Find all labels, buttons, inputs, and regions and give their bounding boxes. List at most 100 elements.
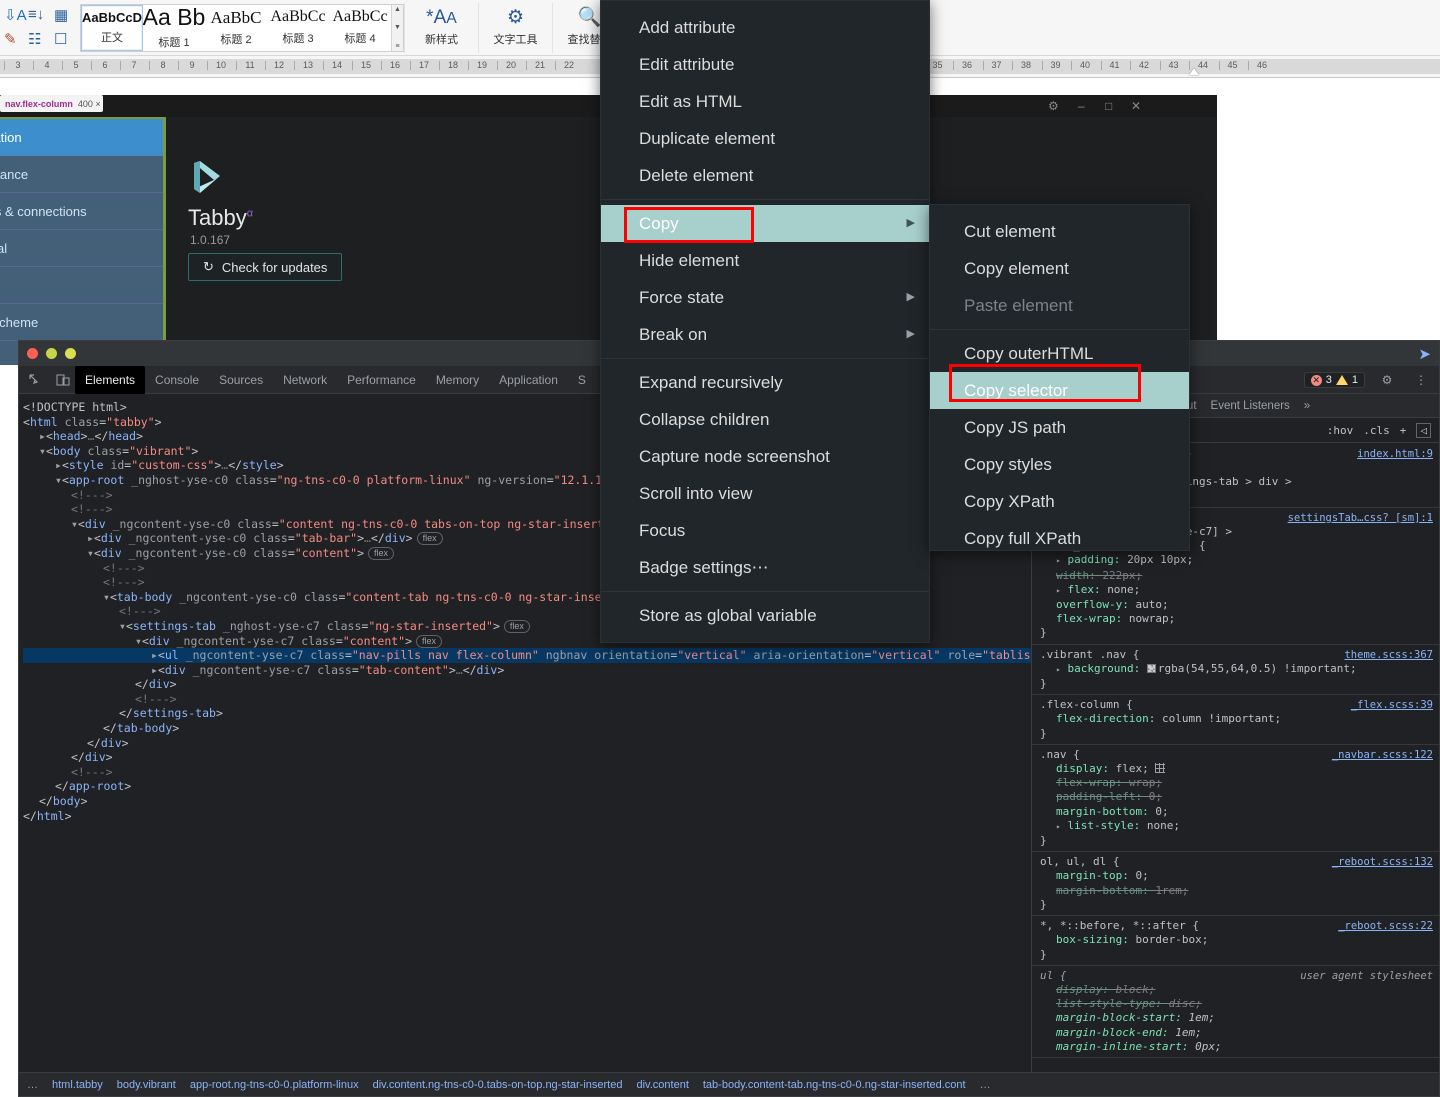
css-declaration[interactable]: margin-block-start: 1em; [1040,1011,1439,1025]
sidebar-item-terminal[interactable]: Terminal [0,230,163,267]
breadcrumb-leading-dots[interactable]: … [27,1079,38,1091]
line-spacing-icon[interactable]: ≡↓ [28,6,44,23]
css-declaration[interactable]: ▸ list-style: none; [1040,819,1439,834]
menu-item-focus[interactable]: Focus [601,512,929,549]
dom-tree-line[interactable]: </div> [23,750,1031,765]
close-icon[interactable]: ✕ [1131,99,1141,113]
submenu-item-cut-element[interactable]: Cut element [930,213,1189,250]
settings-icon[interactable]: ⚙ [1048,99,1059,113]
copy-submenu[interactable]: Cut element Copy element Paste element Copy… [929,204,1190,551]
menu-item-duplicate-element[interactable]: Duplicate element [601,120,929,157]
submenu-item-copy-full-xpath[interactable]: Copy full XPath [930,520,1189,557]
submenu-item-copy-element[interactable]: Copy element [930,250,1189,287]
style-card-2[interactable]: AaBbC 标题 2 [205,5,267,51]
sidebar-item-application[interactable]: Application [0,119,163,156]
dom-tree-line[interactable]: </settings-tab> [23,706,1031,721]
css-rule-source[interactable]: index.html:9 [1357,447,1433,461]
tab-sources[interactable]: Sources [209,366,273,394]
css-rule-source[interactable]: _reboot.scss:22 [1338,919,1433,933]
css-declaration[interactable]: box-sizing: border-box; [1040,933,1439,947]
style-card-1[interactable]: Aa Bb 标题 1 [143,5,206,51]
devtools-right-tools[interactable]: ✕ 3 1 ⚙ ⋮ [1303,366,1433,394]
scroll-up-icon[interactable]: ▲ [394,6,401,13]
css-declaration[interactable]: width: 222px; [1040,569,1439,583]
dom-tree-line[interactable]: </body> [23,794,1031,809]
tab-event-listeners[interactable]: Event Listeners [1211,400,1290,412]
dom-tree-line[interactable]: ▸<div _ngcontent-yse-c7 class="tab-conte… [23,663,1031,678]
more-options-icon[interactable]: ⋮ [1409,368,1433,392]
breadcrumb-item-body[interactable]: body.vibrant [117,1079,176,1091]
css-value[interactable]: auto; [1135,598,1168,611]
sort-icon[interactable]: ⇩A [4,6,27,24]
submenu-item-copy-xpath[interactable]: Copy XPath [930,483,1189,520]
css-value[interactable]: rgba(54,55,64,0.5) !important; [1158,662,1357,675]
sidebar-item-profiles[interactable]: Profiles & connections [0,193,163,230]
css-value[interactable]: block; [1116,983,1156,996]
css-rule-source[interactable]: _reboot.scss:132 [1332,855,1433,869]
expand-triangle-icon[interactable]: ▸ [1056,556,1061,565]
menu-item-expand-recursively[interactable]: Expand recursively [601,364,929,401]
css-rule-source[interactable]: theme.scss:367 [1344,648,1433,662]
check-for-updates-button[interactable]: ↻ Check for updates [188,253,343,281]
minimize-icon[interactable]: – [1078,99,1085,113]
cls-toggle[interactable]: .cls [1363,424,1390,437]
breadcrumb-item-html[interactable]: html.tabby [52,1079,103,1091]
highlight-icon[interactable]: ✎ [4,30,17,48]
submenu-item-copy-js-path[interactable]: Copy JS path [930,409,1189,446]
expand-triangle-icon[interactable]: ▸ [1056,665,1061,674]
menu-item-add-attribute[interactable]: Add attribute [601,9,929,46]
breadcrumb-item-app-root[interactable]: app-root.ng-tns-c0-0.platform-linux [190,1079,359,1091]
css-value[interactable]: 1rem; [1155,884,1188,897]
css-declaration[interactable]: flex-direction: column !important; [1040,712,1439,726]
css-value[interactable]: 0; [1135,869,1148,882]
grid-icon[interactable]: ☷ [28,30,41,48]
dom-tree-line[interactable]: <!---> [23,765,1031,780]
css-declaration[interactable]: margin-bottom: 0; [1040,805,1439,819]
css-declaration[interactable]: flex-wrap: nowrap; [1040,612,1439,626]
menu-item-store-as-global-variable[interactable]: Store as global variable [601,597,929,634]
breadcrumb-trailing-dots[interactable]: … [980,1079,991,1091]
css-rule[interactable]: _reboot.scss:22 *, *::before, *::after {b… [1032,916,1439,966]
shading-icon[interactable]: ☐ [54,30,67,48]
context-menu[interactable]: Add attribute Edit attribute Edit as HTML D… [600,0,930,643]
css-rule[interactable]: _reboot.scss:132 ol, ul, dl {margin-top: … [1032,852,1439,917]
scroll-down-icon[interactable]: ▼ [394,24,401,31]
styles-gallery-scrollbar[interactable]: ▲ ▼ ≡ [391,4,403,51]
tabby-settings-nav[interactable]: Application Appearance Profiles & connec… [0,117,166,365]
menu-item-copy[interactable]: Copy ▶ [601,205,929,242]
dom-tree-line[interactable]: </html> [23,809,1031,824]
submenu-item-copy-outerhtml[interactable]: Copy outerHTML [930,335,1189,372]
tab-elements[interactable]: Elements [75,365,146,394]
css-declaration[interactable]: margin-block-end: 1em; [1040,1026,1439,1040]
breadcrumb-item-tab-body[interactable]: tab-body.content-tab.ng-tns-c0-0.ng-star… [703,1079,966,1091]
css-declaration[interactable]: list-style-type: disc; [1040,997,1439,1011]
menu-item-edit-as-html[interactable]: Edit as HTML [601,83,929,120]
css-value[interactable]: 0; [1155,805,1168,818]
menu-item-badge-settings[interactable]: Badge settings⋯ [601,549,929,586]
dom-tree-line[interactable]: </div> [23,736,1031,751]
dom-tree-line[interactable]: </app-root> [23,779,1031,794]
css-declaration[interactable]: margin-inline-start: 0px; [1040,1040,1439,1054]
menu-item-delete-element[interactable]: Delete element [601,157,929,194]
css-declaration[interactable]: display: flex; [1040,762,1439,776]
style-card-3[interactable]: AaBbCc 标题 3 [267,5,329,51]
dom-tree-line[interactable]: ▸<ul _ngcontent-yse-c7 class="nav-pills … [23,648,1031,663]
css-value[interactable]: wrap; [1129,776,1162,789]
scroll-more-icon[interactable]: ≡ [395,43,399,50]
dom-tree-line[interactable]: </div> [23,677,1031,692]
css-declaration[interactable]: flex-wrap: wrap; [1040,776,1439,790]
css-value[interactable]: 1em; [1175,1026,1202,1039]
ruler-indent-marker[interactable] [1189,68,1199,75]
css-rule[interactable]: theme.scss:367 .vibrant .nav {▸ backgroun… [1032,645,1439,696]
tab-performance[interactable]: Performance [337,366,426,394]
css-rule-source[interactable]: settingsTab…css? [sm]:1 [1288,511,1433,525]
submenu-item-copy-styles[interactable]: Copy styles [930,446,1189,483]
dom-tree-line[interactable]: </tab-body> [23,721,1031,736]
css-value[interactable]: none; [1107,583,1140,596]
css-value[interactable]: 0px; [1195,1040,1222,1053]
css-value[interactable]: 222px; [1102,569,1142,582]
menu-item-hide-element[interactable]: Hide element [601,242,929,279]
css-value[interactable]: disc; [1169,997,1202,1010]
tab-application[interactable]: Application [489,366,568,394]
table-borders-icon[interactable]: ▦ [54,6,68,24]
